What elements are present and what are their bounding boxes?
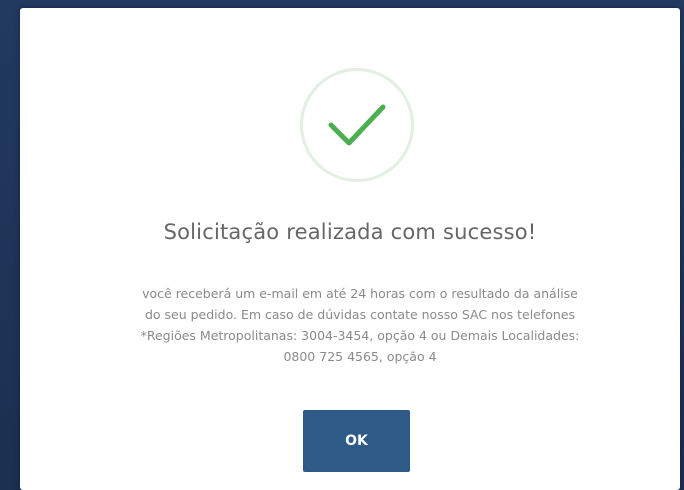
dialog-message: você receberá um e-mail em até 24 horas … — [58, 283, 662, 367]
message-line: *Regiões Metropolitanas: 3004-3454, opçã… — [140, 328, 580, 343]
success-dialog: Solicitação realizada com sucesso! você … — [20, 8, 680, 490]
message-line: 0800 725 4565, opção 4 — [283, 349, 437, 364]
ok-button[interactable]: OK — [303, 410, 410, 472]
message-line: do seu pedido. Em caso de dúvidas contat… — [144, 307, 576, 322]
message-line: você receberá um e-mail em até 24 horas … — [142, 286, 578, 301]
success-icon-circle — [300, 68, 414, 182]
check-icon — [328, 104, 386, 146]
dialog-title: Solicitação realizada com sucesso! — [163, 220, 537, 244]
